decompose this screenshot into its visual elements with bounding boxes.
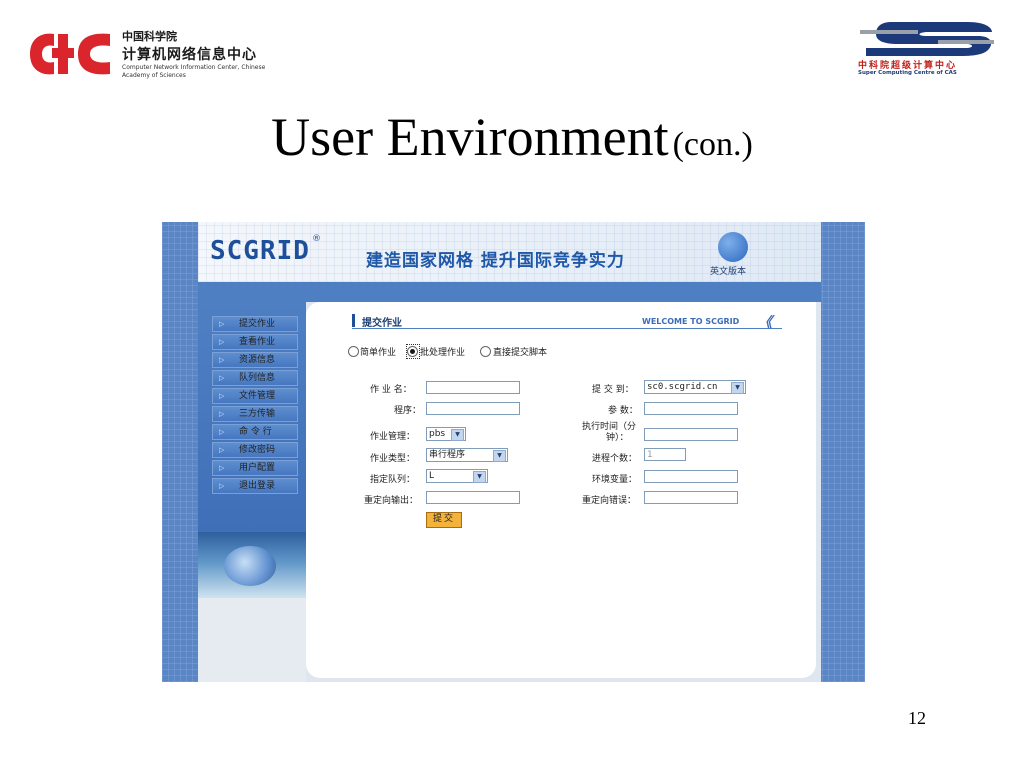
welcome-text: WELCOME TO SCGRID: [642, 317, 740, 326]
sidebar-item-third-party-transfer[interactable]: ▷ 三方传输: [212, 406, 298, 422]
scgrid-page: SCGRID ® 建造国家网格 提升国际竞争实力 英文版本 ▷ 提交作业 ▷ 查…: [198, 222, 821, 682]
sidebar-item-resource-info[interactable]: ▷ 资源信息: [212, 352, 298, 368]
sccas-logo: 中科院超级计算中心 Super Computing Centre of CAS: [852, 12, 1000, 76]
sidebar-item-change-password[interactable]: ▷ 修改密码: [212, 442, 298, 458]
scgrid-screenshot: SCGRID ® 建造国家网格 提升国际竞争实力 英文版本 ▷ 提交作业 ▷ 查…: [162, 222, 865, 682]
triangle-icon: ▷: [219, 464, 225, 472]
sidebar-item-label: 提交作业: [239, 319, 276, 329]
globe-icon: [718, 232, 748, 262]
params-field[interactable]: [644, 402, 738, 415]
job-manager-value: pbs: [429, 429, 446, 439]
program-field[interactable]: [426, 402, 520, 415]
content-panel: 提交作业 WELCOME TO SCGRID 《 简单作业 批处理作业 直接提交…: [306, 302, 816, 678]
sidebar-item-user-config[interactable]: ▷ 用户配置: [212, 460, 298, 476]
chevron-left-icon[interactable]: 《: [758, 312, 772, 332]
cnic-mark-icon: [30, 33, 110, 75]
queue-select[interactable]: L ▼: [426, 469, 488, 483]
slogan: 建造国家网格 提升国际竞争实力: [366, 251, 625, 271]
sidebar: ▷ 提交作业 ▷ 查看作业 ▷ 资源信息 ▷ 队列信息 ▷ 文件管理 ▷ 三方传…: [198, 302, 306, 682]
triangle-icon: ▷: [219, 320, 225, 328]
chevron-down-icon: ▼: [493, 450, 506, 462]
program-label: 程序：: [394, 406, 422, 416]
english-version-link[interactable]: 英文版本: [710, 264, 746, 277]
stderr-field[interactable]: [644, 491, 738, 504]
submit-to-label: 提 交 到：: [592, 385, 634, 395]
chevron-down-icon: ▼: [731, 382, 744, 394]
radio-batch-job-label: 批处理作业: [420, 348, 466, 358]
processes-label: 进程个数：: [592, 454, 638, 464]
job-name-field[interactable]: [426, 381, 520, 394]
job-manager-label: 作业管理：: [370, 432, 416, 442]
sidebar-item-submit-job[interactable]: ▷ 提交作业: [212, 316, 298, 332]
scgrid-logo: SCGRID: [210, 236, 310, 266]
job-type-value: 串行程序: [429, 450, 466, 460]
cnic-name-cn-line1: 中国科学院: [122, 30, 177, 43]
sidebar-item-label: 三方传输: [239, 409, 276, 419]
sccas-mark-icon: [860, 22, 994, 56]
content-header: 提交作业 WELCOME TO SCGRID 《: [352, 312, 782, 332]
sidebar-item-label: 命 令 行: [239, 427, 272, 437]
submit-button[interactable]: 提交: [426, 512, 462, 528]
job-name-label: 作 业 名：: [370, 385, 412, 395]
sidebar-item-view-jobs[interactable]: ▷ 查看作业: [212, 334, 298, 350]
stderr-label: 重定向错误：: [582, 496, 637, 506]
sidebar-item-label: 用户配置: [239, 463, 276, 473]
chevron-down-icon: ▼: [451, 429, 464, 441]
env-field[interactable]: [644, 470, 738, 483]
triangle-icon: ▷: [219, 482, 225, 490]
job-type-label: 作业类型：: [370, 454, 416, 464]
params-label: 参 数：: [608, 406, 638, 416]
triangle-icon: ▷: [219, 356, 225, 364]
sidebar-item-file-manager[interactable]: ▷ 文件管理: [212, 388, 298, 404]
sidebar-globe-image: [198, 532, 306, 598]
slide-title-suffix: (con.): [672, 126, 753, 163]
exec-time-label-2: 钟）：: [606, 433, 629, 443]
sidebar-item-label: 队列信息: [239, 373, 276, 383]
exec-time-field[interactable]: [644, 428, 738, 441]
triangle-icon: ▷: [219, 410, 225, 418]
registered-mark: ®: [312, 234, 321, 244]
triangle-icon: ▷: [219, 374, 225, 382]
slide-title: User Environment (con.): [0, 106, 1024, 168]
stdout-field[interactable]: [426, 491, 520, 504]
submit-to-value: sc0.scgrid.cn: [647, 382, 718, 392]
processes-field[interactable]: 1: [644, 448, 686, 461]
banner: SCGRID ® 建造国家网格 提升国际竞争实力 英文版本: [198, 222, 821, 282]
queue-value: L: [429, 471, 435, 481]
radio-simple-job[interactable]: [348, 346, 359, 357]
queue-label: 指定队列：: [370, 475, 416, 485]
triangle-icon: ▷: [219, 446, 225, 454]
job-manager-select[interactable]: pbs ▼: [426, 427, 466, 441]
submit-to-select[interactable]: sc0.scgrid.cn ▼: [644, 380, 746, 394]
radio-direct-script[interactable]: [480, 346, 491, 357]
cnic-name-en: Computer Network Information Center, Chi…: [122, 64, 266, 79]
radio-simple-job-label: 简单作业: [360, 348, 397, 358]
sidebar-item-logout[interactable]: ▷ 退出登录: [212, 478, 298, 494]
slide-title-main: User Environment: [271, 107, 669, 167]
env-label: 环境变量：: [592, 475, 638, 485]
sccas-name-en: Super Computing Centre of CAS: [858, 70, 957, 76]
sidebar-item-label: 退出登录: [239, 481, 276, 491]
nav-bar: [198, 282, 821, 302]
sidebar-item-queue-info[interactable]: ▷ 队列信息: [212, 370, 298, 386]
page-title: 提交作业: [362, 318, 402, 329]
triangle-icon: ▷: [219, 428, 225, 436]
sidebar-item-label: 资源信息: [239, 355, 276, 365]
radio-direct-script-label: 直接提交脚本: [493, 348, 548, 358]
chevron-down-icon: ▼: [473, 471, 486, 483]
sidebar-item-command-line[interactable]: ▷ 命 令 行: [212, 424, 298, 440]
cnic-logo: 中国科学院 计算机网络信息中心 Computer Network Informa…: [28, 24, 268, 86]
page-number: 12: [908, 708, 926, 728]
radio-batch-job[interactable]: [407, 346, 418, 357]
triangle-icon: ▷: [219, 392, 225, 400]
sidebar-item-label: 文件管理: [239, 391, 276, 401]
sidebar-item-label: 查看作业: [239, 337, 276, 347]
stdout-label: 重定向输出：: [364, 496, 419, 506]
triangle-icon: ▷: [219, 338, 225, 346]
cnic-name-cn-line2: 计算机网络信息中心: [122, 47, 257, 63]
job-type-select[interactable]: 串行程序 ▼: [426, 448, 508, 462]
sidebar-item-label: 修改密码: [239, 445, 276, 455]
